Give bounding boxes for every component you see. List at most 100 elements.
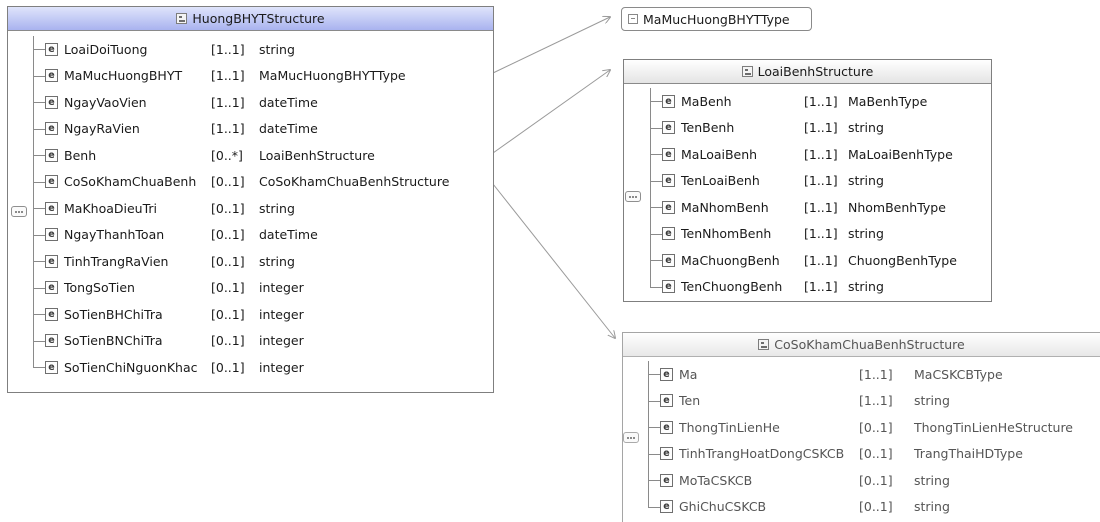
cosokhamchuabenh-structure-header[interactable]: CoSoKhamChuaBenhStructure [623, 333, 1100, 357]
element-icon: e [45, 228, 58, 242]
element-icon: e [660, 394, 673, 408]
element-type: dateTime [259, 121, 318, 137]
element-multiplicity: [0..1] [211, 200, 245, 216]
element-row[interactable]: e TenLoaiBenh [1..1] string [642, 168, 990, 195]
element-type: NhomBenhType [848, 199, 946, 215]
element-icon: e [662, 280, 675, 294]
element-row[interactable]: e CoSoKhamChuaBenh [0..1] CoSoKhamChuaBenhS… [25, 169, 493, 196]
element-type: integer [259, 306, 304, 322]
element-row[interactable]: e MaMucHuongBHYT [1..1] MaMucHuongBHYTType [25, 63, 493, 90]
element-multiplicity: [1..1] [211, 121, 245, 137]
complex-type-icon [758, 339, 770, 350]
element-row[interactable]: e TinhTrangHoatDongCSKCB [0..1] TrangThaiHD… [640, 441, 1098, 468]
element-icon: e [662, 94, 675, 108]
mamuchuongbhyt-type-box[interactable]: MaMucHuongBHYTType [621, 7, 812, 31]
element-icon: e [660, 447, 673, 461]
sequence-icon[interactable] [625, 191, 641, 202]
huongbhyt-structure-title: HuongBHYTStructure [192, 11, 325, 26]
element-multiplicity: [1..1] [804, 173, 838, 189]
element-icon: e [45, 201, 58, 215]
element-icon: e [660, 367, 673, 381]
element-row[interactable]: e TongSoTien [0..1] integer [25, 275, 493, 302]
element-type: string [848, 226, 884, 242]
element-icon: e [45, 254, 58, 268]
element-name: MaBenh [681, 93, 732, 109]
element-name: MaChuongBenh [681, 252, 780, 268]
element-row[interactable]: e Benh [0..*] LoaiBenhStructure [25, 142, 493, 169]
element-name: SoTienBHChiTra [64, 306, 163, 322]
element-type: LoaiBenhStructure [259, 147, 375, 163]
element-type: string [914, 499, 950, 515]
element-name: NgayThanhToan [64, 227, 165, 243]
element-multiplicity: [0..1] [211, 306, 245, 322]
element-row[interactable]: e MaLoaiBenh [1..1] MaLoaiBenhType [642, 141, 990, 168]
element-multiplicity: [1..1] [804, 199, 838, 215]
element-row[interactable]: e Ten [1..1] string [640, 388, 1098, 415]
element-name: MoTaCSKCB [679, 472, 753, 488]
element-multiplicity: [0..1] [211, 359, 245, 375]
element-type: string [848, 173, 884, 189]
simple-type-icon [628, 14, 638, 24]
element-name: MaMucHuongBHYT [64, 68, 183, 84]
element-icon: e [45, 69, 58, 83]
sequence-icon[interactable] [623, 432, 639, 443]
element-multiplicity: [1..1] [804, 279, 838, 295]
element-name: LoaiDoiTuong [64, 41, 148, 57]
element-row[interactable]: e SoTienBHChiTra [0..1] integer [25, 301, 493, 328]
element-row[interactable]: e TenNhomBenh [1..1] string [642, 221, 990, 248]
element-multiplicity: [0..*] [211, 147, 243, 163]
element-name: TenLoaiBenh [681, 173, 760, 189]
element-name: TinhTrangHoatDongCSKCB [679, 446, 845, 462]
element-icon: e [45, 334, 58, 348]
element-row[interactable]: e MaNhomBenh [1..1] NhomBenhType [642, 194, 990, 221]
element-row[interactable]: e MaChuongBenh [1..1] ChuongBenhType [642, 247, 990, 274]
element-row[interactable]: e LoaiDoiTuong [1..1] string [25, 36, 493, 63]
element-multiplicity: [0..1] [859, 419, 893, 435]
element-icon: e [662, 253, 675, 267]
connector-mamuchuong [492, 17, 610, 74]
element-type: integer [259, 359, 304, 375]
element-row[interactable]: e NgayThanhToan [0..1] dateTime [25, 222, 493, 249]
element-multiplicity: [0..1] [211, 253, 245, 269]
element-name: Ten [679, 393, 701, 409]
element-type: CoSoKhamChuaBenhStructure [259, 174, 450, 190]
element-icon: e [660, 420, 673, 434]
element-multiplicity: [0..1] [211, 280, 245, 296]
element-icon: e [662, 200, 675, 214]
element-icon: e [45, 148, 58, 162]
element-row[interactable]: e TenBenh [1..1] string [642, 115, 990, 142]
element-multiplicity: [1..1] [804, 252, 838, 268]
element-row[interactable]: e ThongTinLienHe [0..1] ThongTinLienHeStruc… [640, 414, 1098, 441]
element-row[interactable]: e SoTienChiNguonKhac [0..1] integer [25, 354, 493, 381]
element-row[interactable]: e NgayRaVien [1..1] dateTime [25, 116, 493, 143]
element-name: CoSoKhamChuaBenh [64, 174, 197, 190]
element-row[interactable]: e TenChuongBenh [1..1] string [642, 274, 990, 301]
element-icon: e [45, 175, 58, 189]
element-type: integer [259, 333, 304, 349]
element-type: string [848, 120, 884, 136]
element-multiplicity: [1..1] [859, 393, 893, 409]
element-row[interactable]: e MaKhoaDieuTri [0..1] string [25, 195, 493, 222]
element-name: MaNhomBenh [681, 199, 769, 215]
element-row[interactable]: e GhiChuCSKCB [0..1] string [640, 494, 1098, 521]
element-type: MaCSKCBType [914, 366, 1003, 382]
element-multiplicity: [0..1] [859, 446, 893, 462]
element-row[interactable]: e SoTienBNChiTra [0..1] integer [25, 328, 493, 355]
element-row[interactable]: e TinhTrangRaVien [0..1] string [25, 248, 493, 275]
element-multiplicity: [1..1] [804, 226, 838, 242]
element-icon: e [662, 121, 675, 135]
element-type: string [848, 279, 884, 295]
element-icon: e [45, 360, 58, 374]
huongbhyt-structure-header[interactable]: HuongBHYTStructure [8, 7, 493, 31]
element-row[interactable]: e NgayVaoVien [1..1] dateTime [25, 89, 493, 116]
element-type: TrangThaiHDType [914, 446, 1023, 462]
complex-type-icon [176, 13, 188, 24]
element-row[interactable]: e MoTaCSKCB [0..1] string [640, 467, 1098, 494]
element-multiplicity: [0..1] [211, 227, 245, 243]
element-multiplicity: [0..1] [211, 333, 245, 349]
element-multiplicity: [1..1] [804, 120, 838, 136]
element-row[interactable]: e MaBenh [1..1] MaBenhType [642, 88, 990, 115]
element-row[interactable]: e Ma [1..1] MaCSKCBType [640, 361, 1098, 388]
element-type: string [259, 200, 295, 216]
loaibenh-structure-header[interactable]: LoaiBenhStructure [624, 60, 991, 84]
